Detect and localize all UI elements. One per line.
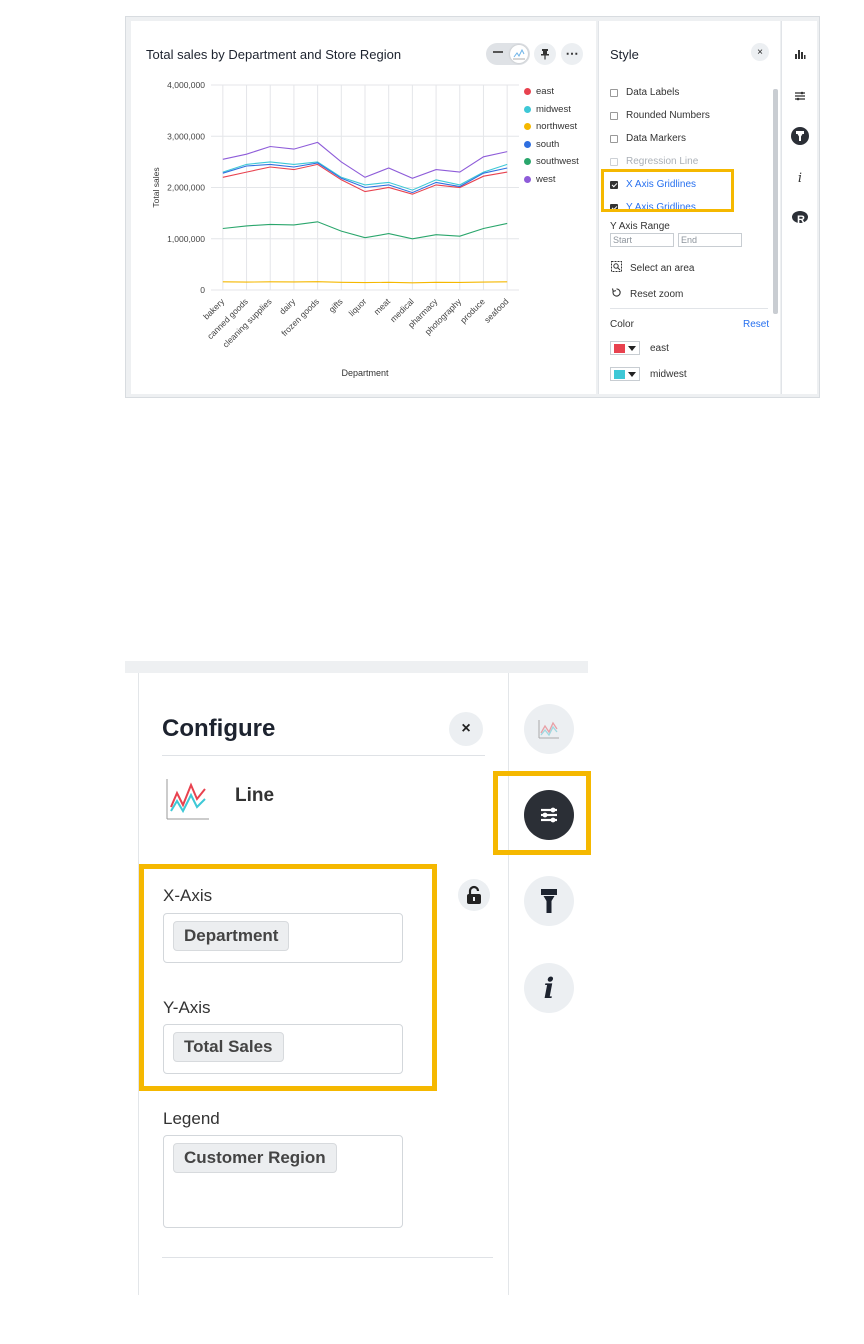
dropdown-arrow-icon <box>628 371 636 377</box>
legend-column-chip[interactable]: Customer Region <box>173 1143 337 1173</box>
line-chart-icon <box>165 775 211 826</box>
dropdown-arrow-icon <box>628 345 636 351</box>
chart-type-label: Line <box>235 785 275 806</box>
legend-dot <box>524 123 531 131</box>
color-row-label: east <box>650 342 669 354</box>
legend-item-northwest[interactable]: northwest <box>524 118 579 136</box>
color-section-label: Color <box>610 319 634 330</box>
style-panel: Style × Data Labels Rounded Numbers Data… <box>598 21 780 394</box>
style-panel-scrollbar[interactable] <box>773 89 778 314</box>
close-icon[interactable]: × <box>751 43 769 61</box>
unlock-icon[interactable] <box>458 879 490 911</box>
legend-label: south <box>536 138 560 150</box>
checkbox[interactable] <box>610 134 618 143</box>
y-axis-range-label: Y Axis Range <box>610 221 670 232</box>
option-label: Data Markers <box>626 133 687 144</box>
color-picker-dropdown[interactable] <box>610 341 640 355</box>
legend-label: southwest <box>536 156 579 168</box>
x-tick-label: gifts <box>327 296 345 314</box>
select-area-label: Select an area <box>630 262 695 274</box>
option-label: Data Labels <box>626 87 680 98</box>
divider <box>162 755 485 756</box>
regression-line-option: Regression Line <box>610 156 698 167</box>
legend-label: east <box>536 86 554 98</box>
reset-icon <box>610 287 622 301</box>
select-area-button[interactable]: Select an area <box>610 261 695 275</box>
chart-panel: Total sales by Department and Store Regi… <box>131 21 596 394</box>
configure-highlight-box <box>493 771 591 855</box>
y-tick-label: 4,000,000 <box>167 80 205 90</box>
style-panel-title: Style <box>610 47 639 62</box>
right-rail: i R <box>781 21 817 394</box>
line-chart: 01,000,0002,000,0003,000,0004,000,000bak… <box>151 80 519 378</box>
color-row-midwest: midwest <box>610 367 687 381</box>
r-analysis-icon[interactable]: R <box>791 209 809 227</box>
color-row-east: east <box>610 341 669 355</box>
reset-zoom-button[interactable]: Reset zoom <box>610 287 683 301</box>
rail-divider <box>508 673 509 1295</box>
color-picker-dropdown[interactable] <box>610 367 640 381</box>
legend-dot <box>524 105 531 113</box>
chart-type-icon[interactable] <box>791 45 809 63</box>
divider <box>610 308 768 309</box>
option-label: Regression Line <box>626 156 699 167</box>
range-start-input[interactable]: Start <box>610 233 674 247</box>
y-tick-label: 3,000,000 <box>167 131 205 141</box>
legend-item-midwest[interactable]: midwest <box>524 101 579 119</box>
y-tick-label: 0 <box>200 285 205 295</box>
color-swatch <box>614 369 625 379</box>
legend-item-east[interactable]: east <box>524 83 579 101</box>
checkbox <box>610 157 618 166</box>
gridlines-highlight-box <box>601 169 734 212</box>
style-brush-icon[interactable] <box>791 127 809 145</box>
legend-item-south[interactable]: south <box>524 136 579 154</box>
chart-legend: east midwest northwest south southwest west <box>524 83 579 188</box>
legend-dot <box>524 158 531 166</box>
close-icon[interactable]: × <box>449 712 483 746</box>
legend-dot <box>524 140 531 148</box>
legend-label: midwest <box>536 103 571 115</box>
checkbox[interactable] <box>610 88 618 97</box>
select-area-icon <box>610 261 622 275</box>
configure-icon[interactable] <box>791 87 809 105</box>
legend-label: west <box>536 173 556 185</box>
reset-zoom-label: Reset zoom <box>630 288 684 300</box>
x-tick-label: liquor <box>347 296 369 318</box>
top-bar <box>125 661 588 673</box>
color-row-label: midwest <box>650 368 687 380</box>
legend-item-southwest[interactable]: southwest <box>524 153 579 171</box>
x-axis-title: Department <box>341 368 389 378</box>
x-tick-label: produce <box>458 296 487 325</box>
option-label: Rounded Numbers <box>626 110 710 121</box>
legend-dot <box>524 175 531 183</box>
x-tick-label: dairy <box>277 296 298 317</box>
answer-view-screenshot: Total sales by Department and Store Regi… <box>125 16 820 398</box>
style-brush-icon[interactable] <box>524 876 574 926</box>
data-markers-option[interactable]: Data Markers <box>610 133 686 144</box>
checkbox[interactable] <box>610 111 618 120</box>
rounded-numbers-option[interactable]: Rounded Numbers <box>610 110 710 121</box>
info-icon[interactable]: i <box>524 963 574 1013</box>
y-tick-label: 1,000,000 <box>167 234 205 244</box>
legend-label: northwest <box>536 121 578 133</box>
color-reset-link[interactable]: Reset <box>743 319 769 330</box>
legend-dropzone[interactable]: Customer Region <box>163 1135 403 1228</box>
color-swatch <box>614 343 625 353</box>
line-chart-icon[interactable] <box>524 704 574 754</box>
configure-panel-screenshot: Configure × Line X-Axis Department Y-Axi… <box>125 661 591 1295</box>
data-labels-option[interactable]: Data Labels <box>610 87 679 98</box>
y-axis-title: Total sales <box>151 167 161 207</box>
y-tick-label: 2,000,000 <box>167 183 205 193</box>
info-icon[interactable]: i <box>791 169 809 187</box>
divider <box>162 1257 493 1258</box>
range-end-input[interactable]: End <box>678 233 742 247</box>
axis-highlight-box <box>139 864 437 1091</box>
legend-label: Legend <box>163 1109 220 1128</box>
svg-text:R: R <box>797 214 805 226</box>
x-tick-label: seafood <box>482 296 511 325</box>
legend-item-west[interactable]: west <box>524 171 579 189</box>
legend-dot <box>524 88 531 96</box>
x-tick-label: meat <box>372 296 393 317</box>
configure-title: Configure <box>162 715 276 742</box>
